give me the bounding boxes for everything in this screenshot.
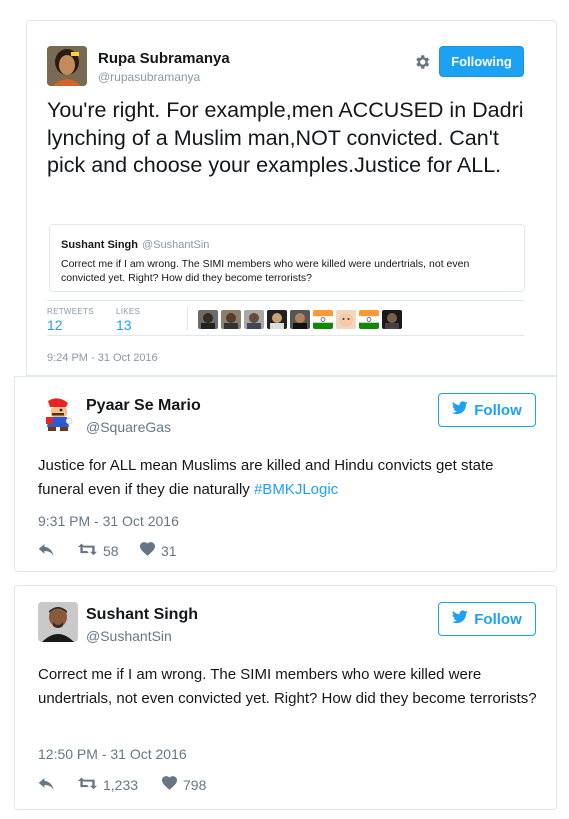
follow-label: Follow [474,401,522,419]
retweet-icon [78,542,97,559]
tweet-text: You're right. For example,men ACCUSED in… [47,98,524,177]
retweets-label: RETWEETS [47,307,94,316]
liker-avatar[interactable] [244,310,264,329]
hashtag-link[interactable]: #BMKJLogic [254,481,338,498]
stats-divider [187,306,188,330]
like-action[interactable]: 798 [162,776,206,793]
follow-button[interactable]: Follow [438,393,536,427]
liker-avatar[interactable] [221,310,241,329]
like-action[interactable]: 31 [140,542,177,559]
follow-label: Follow [474,610,522,628]
reply-icon[interactable] [38,777,78,792]
liker-avatar[interactable] [382,310,402,329]
tweet-timestamp[interactable]: 9:31 PM - 31 Oct 2016 [38,513,179,529]
tweet-timestamp[interactable]: 12:50 PM - 31 Oct 2016 [38,746,187,762]
like-count: 798 [183,776,207,793]
quoted-tweet[interactable]: Sushant Singh @SushantSin Correct me if I… [49,224,525,292]
author-handle[interactable]: @SushantSin [86,628,172,644]
heart-icon [140,542,155,559]
retweets-count: 12 [47,317,63,333]
author-handle[interactable]: @rupasubramanya [98,70,200,84]
liker-avatar[interactable] [198,310,218,329]
liker-avatar-flag[interactable] [359,310,379,329]
quoted-source-tweet-sushant: Sushant Singh @SushantSin Follow Correct… [14,585,557,810]
author-name[interactable]: Sushant Singh [86,606,198,624]
reply-icon[interactable] [38,543,78,558]
twitter-bird-icon [452,401,468,419]
liked-by-avatars [198,310,402,329]
liker-avatar[interactable] [267,310,287,329]
retweet-action[interactable]: 1,233 [78,776,162,793]
quoted-author-name: Sushant Singh [61,239,138,251]
liker-avatar[interactable] [336,310,356,329]
tweet-stats: RETWEETS 12 LIKES 13 [47,300,524,336]
quoted-tweet-text: Correct me if I am wrong. The SIMI membe… [61,258,470,284]
reply-tweet-mario: Pyaar Se Mario @SquareGas Follow Justice… [14,376,557,572]
quoted-author-handle: @SushantSin [142,239,210,251]
tweet-text: Correct me if I am wrong. The SIMI membe… [38,666,537,707]
heart-icon [162,776,177,793]
likes-count: 13 [116,317,132,333]
retweet-count: 58 [103,542,119,559]
author-handle[interactable]: @SquareGas [86,419,171,435]
tweet-text: Justice for ALL mean Muslims are killed … [38,454,538,502]
author-name[interactable]: Pyaar Se Mario [86,397,201,415]
like-count: 31 [161,542,177,559]
tweet-timestamp[interactable]: 9:24 PM - 31 Oct 2016 [47,352,158,364]
liker-avatar-flag[interactable] [313,310,333,329]
quoted-author-line: Sushant Singh @SushantSin [61,239,209,251]
retweet-count: 1,233 [103,776,139,793]
retweets-stat[interactable]: RETWEETS 12 [47,307,94,333]
avatar-mario[interactable] [38,393,78,433]
follow-button[interactable]: Follow [438,602,536,636]
likes-label: LIKES [116,307,141,316]
retweet-icon [78,776,97,793]
gear-icon[interactable] [413,53,431,71]
following-button[interactable]: Following [439,46,524,77]
retweet-action[interactable]: 58 [78,542,140,559]
twitter-bird-icon [452,610,468,628]
liker-avatar[interactable] [290,310,310,329]
likes-stat[interactable]: LIKES 13 [116,307,140,333]
main-tweet-card: Rupa Subramanya @rupasubramanya Followin… [26,20,557,376]
tweet-actions: 58 31 [38,542,177,559]
tweet-actions: 1,233 798 [38,776,206,793]
avatar-rupa[interactable] [47,46,87,86]
avatar-sushant[interactable] [38,602,78,642]
author-name[interactable]: Rupa Subramanya [98,50,230,67]
